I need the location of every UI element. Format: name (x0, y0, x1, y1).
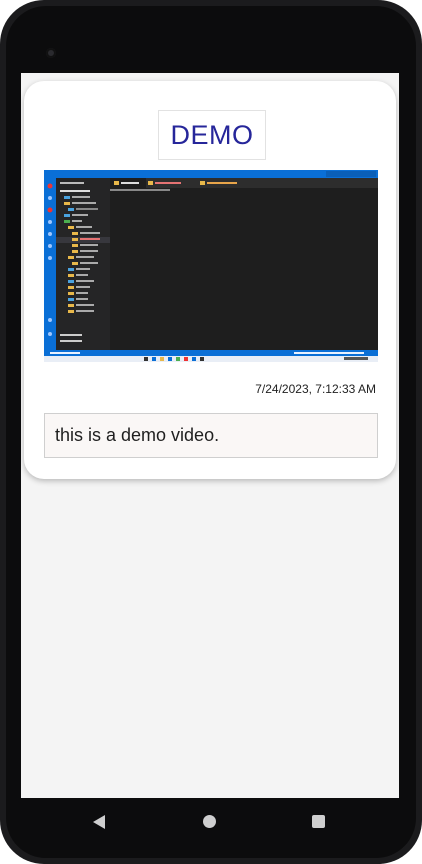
thumbnail-image (44, 170, 378, 362)
video-title-box: DEMO (158, 110, 266, 160)
video-thumbnail[interactable] (44, 170, 378, 362)
video-card[interactable]: DEMO 7/24/2023, 7:12:33 AM this is a dem… (24, 81, 396, 479)
recents-icon[interactable] (312, 815, 325, 828)
video-description-box: this is a demo video. (44, 413, 378, 458)
back-icon[interactable] (92, 814, 106, 835)
back-triangle-icon (93, 815, 105, 829)
video-title: DEMO (170, 119, 254, 150)
home-icon[interactable] (203, 815, 216, 828)
app-screen: DEMO 7/24/2023, 7:12:33 AM this is a dem… (21, 73, 399, 798)
video-timestamp: 7/24/2023, 7:12:33 AM (255, 382, 376, 396)
front-camera-icon (46, 48, 56, 58)
video-description: this is a demo video. (55, 425, 220, 445)
